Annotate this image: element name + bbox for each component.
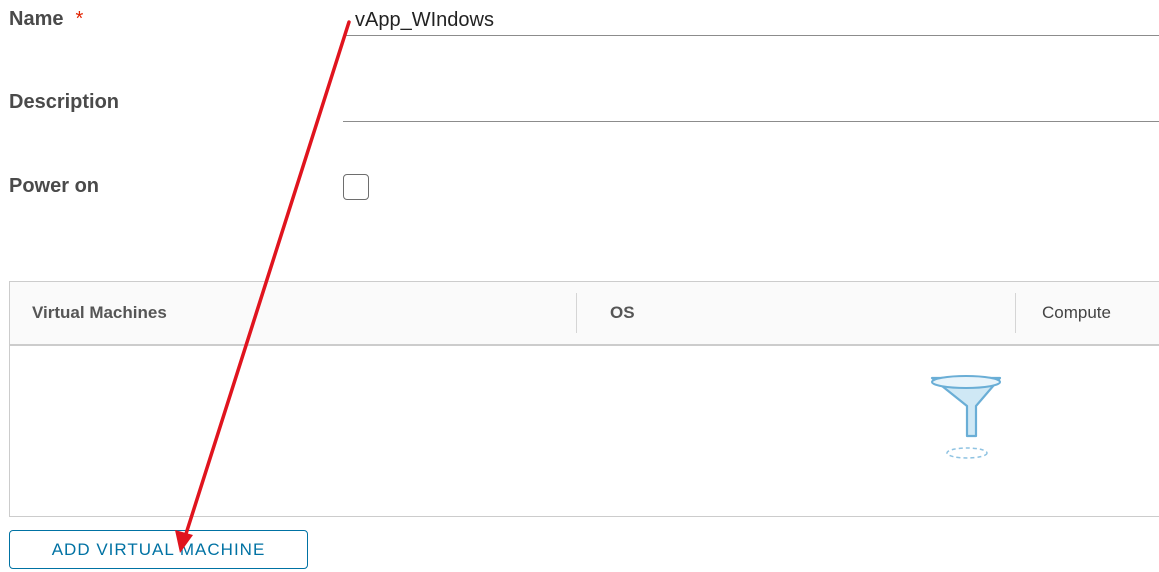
add-virtual-machine-button[interactable]: ADD VIRTUAL MACHINE: [9, 530, 308, 569]
funnel-icon: [918, 374, 1018, 471]
description-label: Description: [9, 91, 120, 113]
column-header-virtual-machines[interactable]: Virtual Machines: [32, 282, 167, 344]
name-input[interactable]: [343, 6, 1159, 36]
power-on-label: Power on: [9, 175, 100, 197]
name-label: Name *: [9, 8, 84, 30]
required-marker: *: [75, 8, 84, 30]
grid-header: Virtual Machines OS Compute: [10, 282, 1159, 346]
column-divider[interactable]: [1015, 293, 1016, 333]
virtual-machines-grid: Virtual Machines OS Compute: [9, 281, 1159, 517]
description-input[interactable]: [343, 92, 1159, 122]
column-header-os[interactable]: OS: [610, 282, 635, 344]
power-on-checkbox[interactable]: [343, 174, 369, 200]
column-header-compute[interactable]: Compute: [1042, 282, 1111, 344]
column-divider[interactable]: [576, 293, 577, 333]
